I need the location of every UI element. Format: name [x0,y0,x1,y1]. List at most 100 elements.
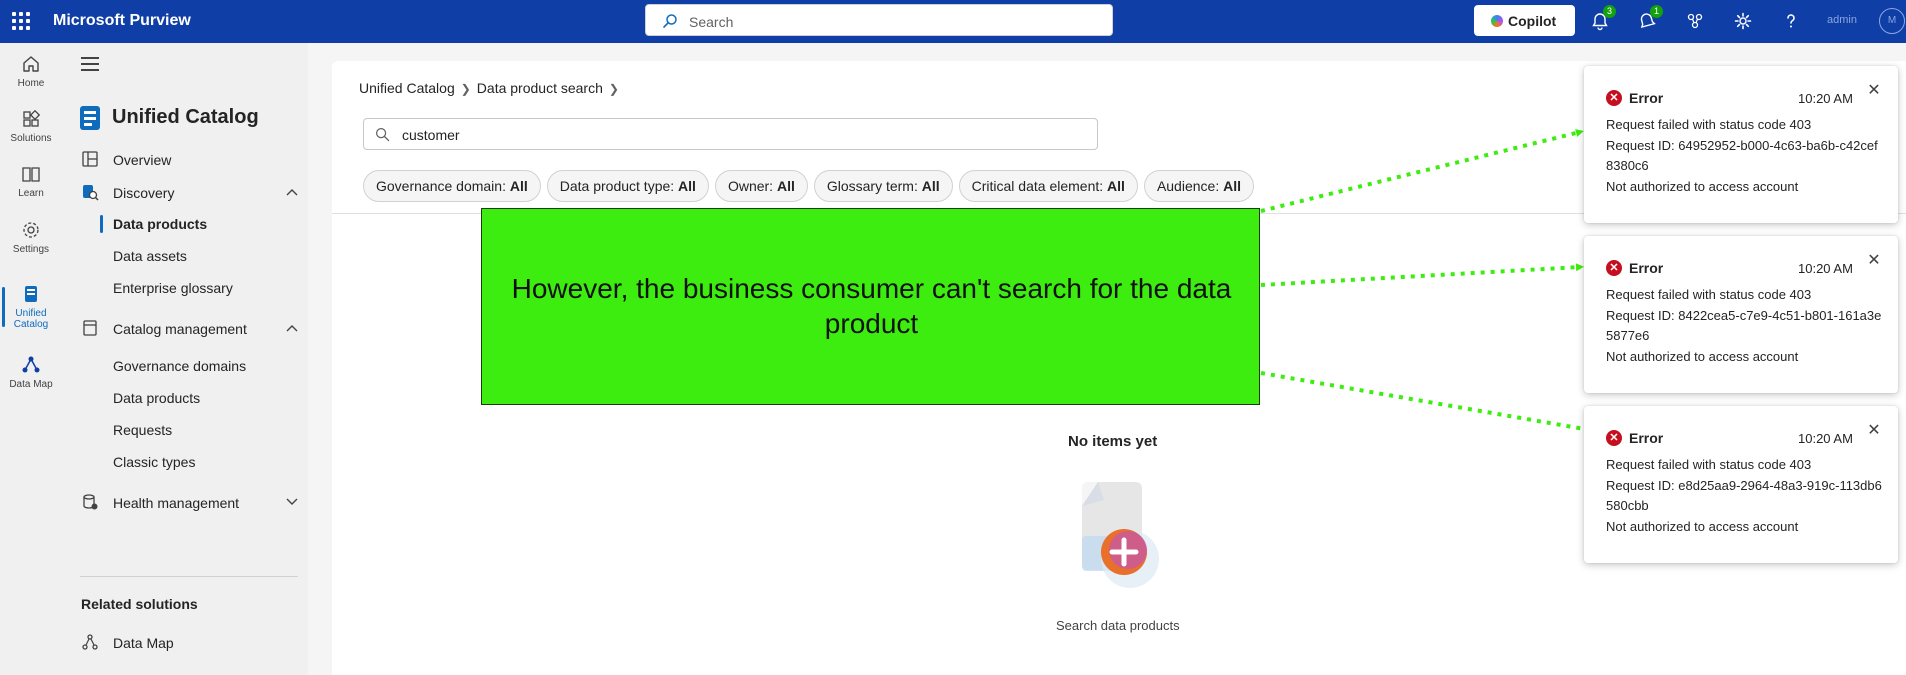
toast-body: Request failed with status code 403 Requ… [1606,115,1882,197]
nav-label: Classic types [113,454,196,470]
share-network-icon [1687,13,1703,29]
question-mark-icon [1787,14,1795,28]
toast-message: Request failed with status code 403 [1606,457,1812,472]
error-icon: ✕ [1606,90,1622,106]
nav-item-data-assets[interactable]: Data assets [62,243,308,269]
nav-item-classic-types[interactable]: Classic types [62,449,308,475]
filter-label: Owner: [727,178,774,194]
toast-detail: Not authorized to access account [1606,348,1799,364]
filter-value: All [509,178,528,194]
error-toast: ✕ Error 10:20 AM ✕ Request failed with s… [1584,406,1898,563]
app-launcher-icon[interactable] [12,12,30,30]
overview-icon [82,151,98,167]
copilot-button[interactable]: Copilot [1474,5,1575,36]
rail-item-solutions[interactable]: Solutions [0,108,62,144]
filter-label: Governance domain: [376,178,506,194]
toast-message: Request failed with status code 403 [1606,117,1812,132]
nav-label: Requests [113,422,173,438]
rail-label: Home [17,78,45,89]
search-icon [663,14,677,28]
toast-body: Request failed with status code 403 Requ… [1606,285,1882,367]
gear-icon [1734,12,1752,30]
toast-time: 10:20 AM [1798,431,1853,446]
nav-item-data-products[interactable]: Data products [62,211,308,237]
nav-label: Catalog management [113,321,247,337]
discovery-icon [83,185,99,201]
toast-title: Error [1629,260,1664,276]
close-icon[interactable]: ✕ [1866,83,1882,99]
toast-body: Request failed with status code 403 Requ… [1606,455,1882,537]
avatar[interactable]: M [1879,8,1905,34]
rail-label: Settings [12,244,50,255]
nav-label: Data assets [113,248,187,264]
filter-glossary-term[interactable]: Glossary term: All [813,170,953,202]
nav-item-cm-data-products[interactable]: Data products [62,385,308,411]
toast-request-id: Request ID: 64952952-b000-4c63-ba6b-c42c… [1606,137,1878,174]
filter-label: Audience: [1156,178,1220,194]
error-icon: ✕ [1606,260,1622,276]
toast-time: 10:20 AM [1798,261,1853,276]
nav-item-overview[interactable]: Overview [62,147,308,173]
filter-governance-domain[interactable]: Governance domain: All [363,170,541,202]
filter-critical-data-element[interactable]: Critical data element: All [958,170,1138,202]
filter-audience[interactable]: Audience: All [1143,170,1254,202]
filter-value: All [1107,178,1125,194]
toast-time: 10:20 AM [1798,91,1853,106]
breadcrumb: Unified Catalog ❯ Data product search ❯ [359,80,625,96]
error-icon: ✕ [1606,430,1622,446]
nav-group-catalog-management[interactable]: Catalog management [62,316,308,342]
filter-value: All [776,178,795,194]
rail-item-learn[interactable]: Learn [0,163,62,199]
nav-title: Unified Catalog [112,106,259,128]
nav-item-requests[interactable]: Requests [62,417,308,443]
rail-item-data-map[interactable]: Data Map [0,354,62,390]
toast-request-id: Request ID: e8d25aa9-2964-48a3-919c-113d… [1606,477,1882,514]
toast-detail: Not authorized to access account [1606,518,1799,534]
nav-item-governance-domains[interactable]: Governance domains [62,353,308,379]
rail-label: Data Map [9,379,53,390]
copilot-label: Copilot [1508,13,1557,29]
filter-label: Glossary term: [826,178,918,194]
rail-item-settings[interactable]: Settings [0,219,62,255]
chevron-right-icon: ❯ [460,82,471,96]
account-name[interactable]: admin [1827,14,1857,26]
chevron-right-icon: ❯ [608,82,619,96]
app-rail: Home Solutions Learn Settings Unified Ca… [0,43,62,675]
nav-item-enterprise-glossary[interactable]: Enterprise glossary [62,275,308,301]
help-button[interactable] [1781,11,1801,31]
chevron-down-icon [286,498,298,505]
connections-button[interactable] [1685,11,1705,31]
menu-icon[interactable] [81,57,99,71]
filter-value: All [678,178,696,194]
settings-button[interactable] [1733,11,1753,31]
app-title[interactable]: Microsoft Purview [53,12,191,30]
nav-item-data-map[interactable]: Data Map [62,630,308,656]
related-solutions-heading: Related solutions [81,596,198,612]
data-product-search-input[interactable]: customer [363,118,1098,150]
chevron-up-icon [286,189,298,196]
filter-owner[interactable]: Owner: All [714,170,808,202]
close-icon[interactable]: ✕ [1866,423,1882,439]
alerts-button[interactable]: 1 [1637,5,1663,31]
rail-label: Unified Catalog [13,308,49,330]
breadcrumb-item[interactable]: Unified Catalog [359,80,455,96]
error-toast: ✕ Error 10:20 AM ✕ Request failed with s… [1584,66,1898,223]
annotation-text: However, the business consumer can't sea… [511,273,1232,339]
home-icon [23,56,39,72]
catalog-management-icon [83,320,97,336]
nav-label: Health management [113,495,240,511]
close-icon[interactable]: ✕ [1866,253,1882,269]
notifications-badge: 3 [1603,5,1616,18]
nav-group-discovery[interactable]: Discovery [62,180,308,206]
notifications-button[interactable]: 3 [1590,5,1616,31]
chevron-up-icon [286,325,298,332]
global-search-input[interactable]: Search [645,4,1113,36]
rail-item-home[interactable]: Home [0,53,62,89]
breadcrumb-item[interactable]: Data product search [477,80,603,96]
filter-label: Data product type: [559,178,675,194]
rail-item-unified-catalog[interactable]: Unified Catalog [0,283,62,330]
filter-data-product-type[interactable]: Data product type: All [546,170,709,202]
side-nav: Unified Catalog Overview Discovery Data … [62,43,308,675]
nav-label: Data products [113,216,208,232]
nav-group-health-management[interactable]: Health management [62,490,308,516]
